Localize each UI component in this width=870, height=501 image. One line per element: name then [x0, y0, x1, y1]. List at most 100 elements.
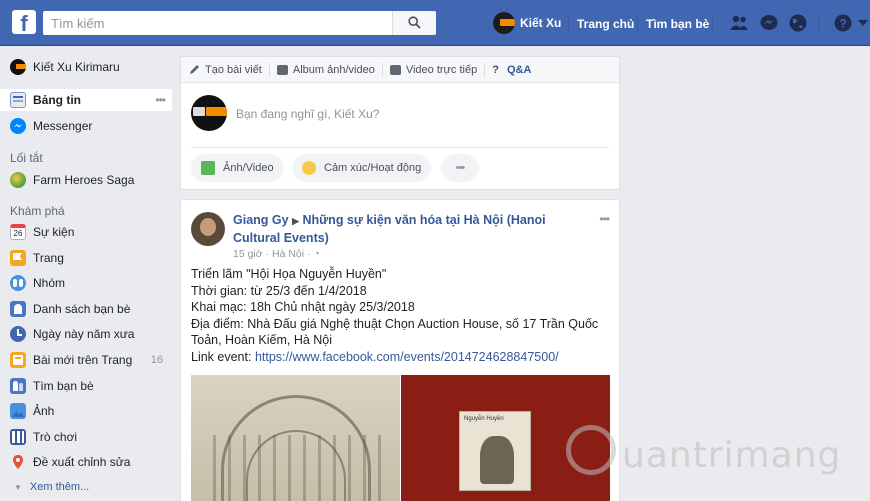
sidebar-item-label: Bài mới trên Trang: [33, 353, 133, 367]
more-options-icon[interactable]: •••: [155, 93, 166, 107]
search-input[interactable]: [43, 11, 393, 35]
book-cover: Nguyễn Huyền: [459, 411, 531, 491]
sidebar-item-on-this-day[interactable]: Ngày này năm xưa: [0, 323, 172, 345]
sidebar-item-suggest-edits[interactable]: Đề xuất chỉnh sửa: [0, 451, 172, 473]
memories-icon: [10, 326, 26, 342]
book-title: Nguyễn Huyền: [464, 416, 504, 422]
games-icon: [10, 429, 26, 445]
nav-divider: [818, 14, 819, 32]
see-more-link[interactable]: ▼ Xem thêm...: [0, 476, 172, 498]
chevron-down-icon[interactable]: [858, 20, 868, 28]
sidebar-item-events[interactable]: 26 Sự kiện: [0, 221, 172, 243]
portrait-figure: [480, 436, 514, 484]
feed-post: Giang Gy ▶ Những sự kiện văn hóa tại Hà …: [180, 199, 620, 501]
post-line: Khai mạc: 18h Chủ nhật ngày 25/3/2018: [191, 300, 415, 315]
sidebar-item-farm-heroes-saga[interactable]: Farm Heroes Saga: [0, 169, 172, 191]
explore-title: Khám phá: [10, 204, 65, 218]
post-timestamp[interactable]: 15 giờ · Hà Nội · ◔: [233, 248, 320, 260]
tab-label: Tạo bài viết: [205, 63, 262, 76]
event-link[interactable]: https://www.facebook.com/events/20147246…: [255, 350, 559, 364]
building-columns: [201, 435, 391, 501]
profile-name: Kiết Xu: [520, 16, 562, 30]
svg-text:?: ?: [839, 17, 846, 31]
tab-label: Album ảnh/video: [292, 63, 375, 76]
divider: [191, 147, 609, 148]
nav-divider: [712, 14, 713, 32]
tab-album[interactable]: Album ảnh/video: [276, 63, 375, 76]
see-more-label: Xem thêm...: [29, 481, 90, 493]
sidebar-profile-name: Kiết Xu Kirimaru: [33, 60, 120, 74]
watermark-text: uantrimang: [622, 435, 842, 476]
watermark-logo: [566, 425, 616, 475]
feeling-activity-button[interactable]: Cảm xúc/Hoạt động: [292, 154, 432, 182]
sidebar-item-label: Đề xuất chỉnh sửa: [33, 455, 131, 469]
live-video-icon: [389, 64, 401, 75]
avatar: [493, 12, 515, 34]
friend-list-icon: [10, 301, 26, 317]
sidebar-item-label: Farm Heroes Saga: [33, 173, 135, 187]
sidebar-item-messenger[interactable]: Messenger: [0, 115, 172, 137]
avatar: [10, 59, 26, 75]
watermark: uantrimang: [566, 415, 866, 476]
sidebar-item-games[interactable]: Trò chơi: [0, 426, 172, 448]
post-author-link[interactable]: Giang Gy: [233, 213, 289, 227]
find-friends-link[interactable]: Tìm bạn bè: [646, 17, 709, 31]
sidebar-item-pages-feed[interactable]: Bài mới trên Trang 16: [0, 349, 172, 371]
sidebar-item-label: Trang: [33, 251, 64, 265]
sidebar-item-find-friends[interactable]: Tìm bạn bè: [0, 375, 172, 397]
post-line: Thời gian: từ 25/3 đến 1/4/2018: [191, 283, 367, 298]
tab-label: Video trực tiếp: [405, 63, 478, 76]
sidebar-item-label: Bảng tin: [33, 93, 81, 107]
sidebar-item-label: Sự kiện: [33, 225, 75, 239]
tab-qa[interactable]: ? Q&A: [492, 64, 531, 76]
tab-live-video[interactable]: Video trực tiếp: [389, 63, 478, 76]
sidebar-item-label: Messenger: [33, 119, 93, 133]
status-input[interactable]: Bạn đang nghĩ gì, Kiết Xu?: [236, 107, 379, 121]
sidebar-item-friend-lists[interactable]: Danh sách bạn bè: [0, 298, 172, 320]
sidebar-item-photos[interactable]: Ảnh: [0, 400, 172, 422]
more-button[interactable]: •••: [441, 154, 479, 182]
friends-icon[interactable]: [729, 13, 749, 33]
more-icon: •••: [455, 162, 466, 174]
post-composer: Tạo bài viết Album ảnh/video Video trực …: [180, 56, 620, 190]
sidebar-item-pages[interactable]: Trang: [0, 247, 172, 269]
messenger-icon[interactable]: [759, 13, 779, 33]
help-icon[interactable]: ?: [833, 13, 853, 33]
item-count: 16: [150, 354, 163, 366]
sidebar-item-label: Tìm bạn bè: [33, 379, 94, 393]
sidebar-item-label: Ảnh: [33, 404, 55, 418]
sidebar-item-label: Nhóm: [33, 276, 66, 290]
sidebar-profile[interactable]: Kiết Xu Kirimaru: [0, 56, 172, 78]
photo-icon: [201, 161, 215, 175]
pencil-icon: [190, 65, 199, 74]
sidebar-item-groups[interactable]: Nhóm: [0, 272, 172, 294]
photos-icon: [10, 403, 26, 419]
messenger-icon: [10, 118, 26, 134]
nav-divider: [568, 14, 569, 32]
nav-profile-link[interactable]: Kiết Xu: [493, 12, 561, 34]
globe-icon[interactable]: [788, 13, 808, 33]
post-body: Triển lãm "Hội Họa Nguyễn Huyền" Thời gi…: [191, 266, 611, 366]
nav-divider: [637, 14, 638, 32]
map-pin-icon: [10, 454, 26, 470]
sidebar-item-label: Ngày này năm xưa: [33, 327, 135, 341]
search-button[interactable]: [392, 11, 436, 35]
post-options-icon[interactable]: •••: [599, 212, 610, 226]
home-link[interactable]: Trang chủ: [577, 17, 634, 31]
post-photo-building[interactable]: [191, 375, 400, 501]
groups-icon: [10, 275, 26, 291]
button-label: Ảnh/Video: [223, 162, 274, 174]
tab-label: Q&A: [506, 63, 532, 76]
chevron-down-icon: ▼: [14, 482, 22, 492]
facebook-logo[interactable]: f: [12, 10, 36, 34]
avatar[interactable]: [191, 212, 225, 246]
link-prefix: Link event:: [191, 349, 255, 364]
tab-create-post[interactable]: Tạo bài viết: [189, 64, 262, 76]
news-feed-icon: [10, 92, 26, 108]
flag-icon: [10, 250, 26, 266]
post-line: Triển lãm "Hội Họa Nguyễn Huyền": [191, 267, 387, 281]
arrow-icon: ▶: [292, 216, 299, 226]
sidebar-item-news-feed[interactable]: Bảng tin •••: [0, 89, 172, 111]
avatar: [191, 95, 227, 131]
photo-video-button[interactable]: Ảnh/Video: [191, 154, 284, 182]
